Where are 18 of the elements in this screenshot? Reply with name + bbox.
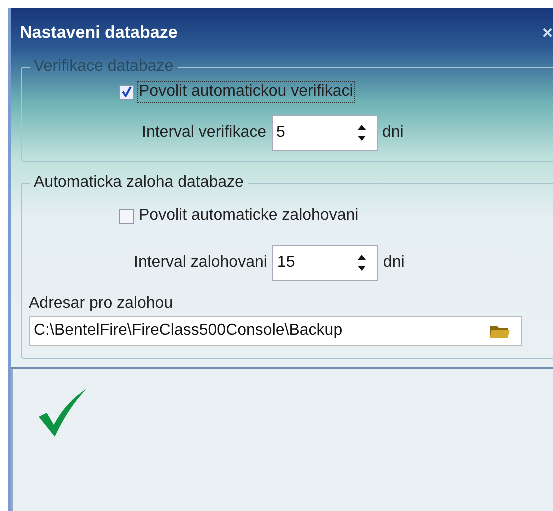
group-title: Automaticka zaloha databaze: [33, 174, 245, 192]
checkbox[interactable]: [119, 208, 134, 224]
folder-label: Adresar pro zalohou: [29, 294, 174, 312]
unit-label: dni: [383, 254, 405, 272]
window-title: Nastaveni databaze: [20, 23, 178, 43]
spin-arrows-icon[interactable]: [356, 124, 366, 142]
spin-arrows-icon[interactable]: [357, 254, 368, 272]
unit-label: dni: [382, 124, 404, 142]
checkbox[interactable]: [119, 84, 134, 100]
checkmark-icon[interactable]: [37, 386, 87, 436]
interval-label: Interval zalohovani: [134, 254, 268, 272]
checkbox-option[interactable]: Povolit automaticke zalohovani: [117, 204, 363, 228]
spin-field[interactable]: 5: [272, 115, 378, 151]
close-button[interactable]: ×: [542, 22, 553, 44]
spin-field[interactable]: 15: [272, 244, 378, 280]
path-field[interactable]: C:\BentelFire\FireClass500Console\Backup: [29, 316, 522, 346]
group-title: Verifikace databaze: [33, 58, 175, 76]
interval-label: Interval verifikace: [142, 124, 266, 142]
